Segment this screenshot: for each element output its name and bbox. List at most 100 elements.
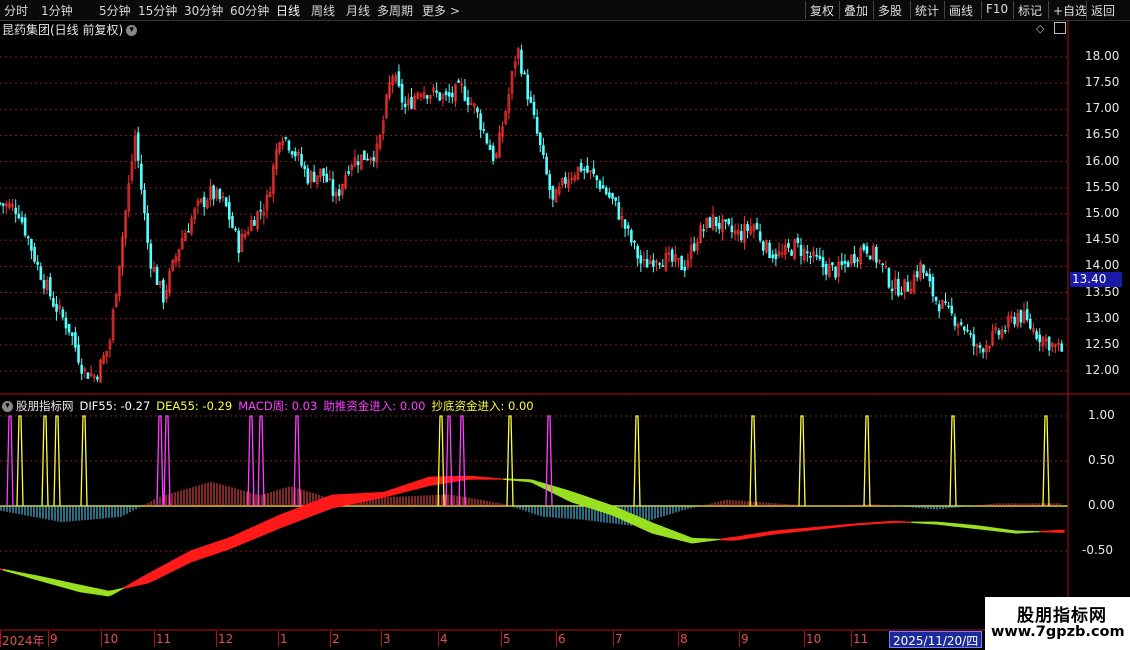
- price-tick-label: 14.00: [1085, 258, 1120, 273]
- zhutui-value: 助推资金进入: 0.00: [323, 399, 426, 413]
- candle-body: [366, 158, 369, 161]
- candle-body: [840, 261, 844, 266]
- candle-body: [86, 372, 90, 379]
- candle-body: [303, 165, 306, 170]
- candle-body: [601, 185, 605, 189]
- chaodi-signal: [949, 415, 957, 507]
- candle-body: [187, 230, 190, 233]
- candle-body: [136, 132, 140, 161]
- candle-body: [604, 187, 608, 195]
- candle-body: [834, 266, 837, 278]
- candle-body: [626, 225, 630, 229]
- candle-body: [1003, 330, 1007, 332]
- candle-body: [947, 305, 950, 308]
- time-tick-label: 1: [280, 632, 288, 646]
- time-tick-mark: [216, 631, 217, 647]
- candle-body: [796, 237, 800, 243]
- candle-body: [897, 278, 900, 296]
- candle-body: [403, 103, 407, 108]
- candle-body: [1029, 318, 1032, 329]
- candle-body: [740, 231, 743, 241]
- macd-value: MACD周: 0.03: [238, 399, 318, 413]
- candle-body: [287, 140, 291, 151]
- candle-body: [529, 96, 533, 103]
- candle-body: [758, 231, 762, 241]
- price-tick-label: 12.50: [1085, 336, 1120, 351]
- kline-chart[interactable]: [0, 0, 1130, 650]
- candle-body: [425, 95, 429, 99]
- time-tick-mark: [330, 631, 331, 647]
- candle-body: [74, 332, 77, 348]
- time-tick-label: 4: [440, 632, 448, 646]
- candle-body: [61, 309, 65, 318]
- candle-body: [981, 348, 985, 353]
- time-tick-label: 10: [103, 632, 119, 646]
- chevron-down-icon[interactable]: ▾: [2, 401, 13, 412]
- candle-body: [237, 230, 241, 254]
- candle-body: [146, 213, 149, 243]
- candle-body: [887, 268, 891, 288]
- candle-body: [579, 162, 583, 172]
- candle-body: [645, 258, 649, 268]
- candle-body: [20, 217, 24, 223]
- candle-body: [218, 188, 222, 200]
- candle-body: [862, 244, 866, 250]
- candle-body: [592, 168, 595, 174]
- time-tick-label: 9: [50, 632, 58, 646]
- time-tick-mark: [0, 631, 1, 647]
- candle-body: [526, 74, 530, 100]
- candle-body: [582, 168, 586, 171]
- candle-body: [865, 246, 869, 254]
- candle-body: [363, 150, 366, 160]
- candle-body: [545, 156, 548, 175]
- candle-body: [42, 279, 46, 289]
- candle-body: [799, 245, 803, 256]
- time-tick-mark: [438, 631, 439, 647]
- candle-body: [771, 254, 775, 259]
- candle-body: [868, 255, 872, 260]
- price-tick-label: 17.50: [1085, 75, 1120, 90]
- time-tick-label: 2: [332, 632, 340, 646]
- price-tick-label: 18.00: [1085, 48, 1120, 63]
- candle-body: [39, 266, 43, 280]
- candle-body: [1013, 316, 1016, 325]
- candle-body: [14, 207, 18, 214]
- candle-body: [542, 145, 545, 156]
- candle-body: [963, 326, 966, 331]
- time-tick-label: 12: [218, 632, 234, 646]
- candle-body: [0, 202, 2, 205]
- time-tick-mark: [101, 631, 102, 647]
- watermark-url: www.7gpzb.com: [991, 624, 1125, 640]
- candle-body: [931, 276, 935, 297]
- candle-body: [915, 271, 919, 278]
- candle-body: [488, 144, 492, 150]
- candle-body: [652, 260, 655, 267]
- candle-body: [966, 329, 969, 332]
- candle-body: [64, 317, 68, 329]
- candle-body: [410, 97, 413, 109]
- candle-body: [875, 246, 878, 263]
- candle-body: [805, 251, 809, 254]
- candle-body: [33, 246, 36, 262]
- candle-body: [447, 92, 451, 97]
- price-tick-label: 15.00: [1085, 206, 1120, 220]
- candle-body: [586, 165, 589, 173]
- candle-body: [48, 277, 52, 297]
- candle-body: [67, 323, 71, 333]
- candle-body: [451, 92, 454, 98]
- candle-body: [234, 228, 237, 231]
- candle-body: [325, 173, 328, 183]
- candle-body: [614, 197, 617, 201]
- side-panel-edge[interactable]: [1120, 20, 1130, 400]
- candle-body: [787, 243, 790, 248]
- candle-body: [347, 171, 350, 174]
- time-tick-mark: [804, 631, 805, 647]
- candle-body: [925, 272, 928, 277]
- candle-body: [950, 305, 954, 314]
- candle-body: [551, 185, 555, 200]
- time-tick-mark: [48, 631, 49, 647]
- candle-body: [680, 255, 683, 270]
- time-tick-mark: [501, 631, 502, 647]
- candle-body: [595, 175, 599, 181]
- candle-body: [768, 242, 771, 259]
